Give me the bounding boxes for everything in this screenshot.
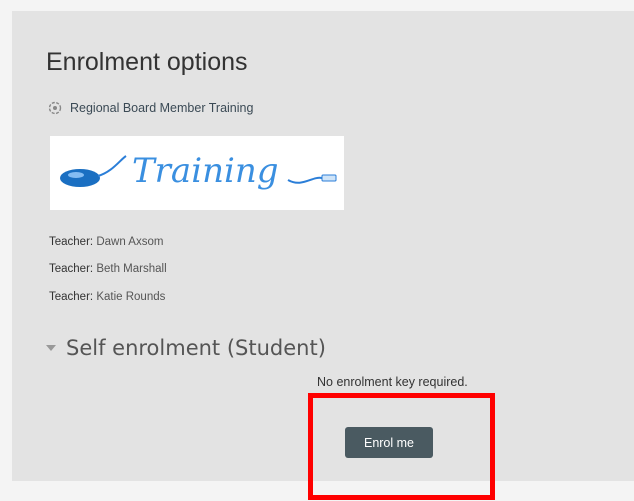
teacher-entry: Teacher: Katie Rounds (49, 291, 166, 303)
teacher-name[interactable]: Beth Marshall (96, 263, 166, 275)
course-image: Training (50, 136, 344, 210)
teacher-name[interactable]: Katie Rounds (96, 291, 165, 303)
enrolment-key-note: No enrolment key required. (317, 375, 468, 389)
teacher-entry: Teacher: Dawn Axsom (49, 236, 164, 248)
page-title: Enrolment options (46, 48, 248, 76)
self-enrolment-title: Self enrolment (Student) (66, 336, 326, 360)
chevron-down-icon (46, 345, 56, 351)
course-image-text: Training (132, 151, 279, 191)
teacher-entry: Teacher: Beth Marshall (49, 263, 167, 275)
teacher-name[interactable]: Dawn Axsom (96, 236, 163, 248)
course-name-link[interactable]: Regional Board Member Training (70, 101, 253, 115)
self-enrolment-heading[interactable]: Self enrolment (Student) (46, 336, 326, 360)
course-icon (48, 101, 62, 115)
course-link-row[interactable]: Regional Board Member Training (48, 99, 253, 117)
highlight-annotation (308, 393, 495, 500)
